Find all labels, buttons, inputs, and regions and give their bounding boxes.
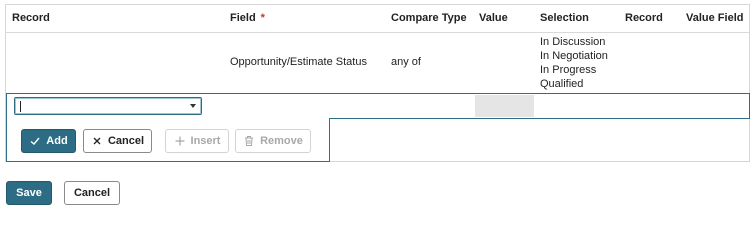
column-header-selection[interactable]: Selection: [540, 12, 589, 24]
cell-field: Opportunity/Estimate Status: [230, 56, 367, 68]
column-header-field-label: Field: [230, 12, 256, 24]
edit-row-border-right: [749, 93, 750, 119]
text-caret: [20, 101, 21, 112]
selection-item: In Negotiation: [540, 50, 608, 62]
trash-icon: [245, 136, 254, 146]
check-icon: [30, 137, 40, 145]
cancel-button[interactable]: Cancel: [64, 181, 120, 205]
column-header-value[interactable]: Value: [479, 12, 508, 24]
add-button-label: Add: [46, 135, 68, 147]
add-button[interactable]: Add: [21, 129, 76, 153]
value-cell-disabled: [475, 95, 534, 117]
insert-button-label: Insert: [190, 135, 221, 147]
column-header-field[interactable]: Field *: [230, 12, 265, 24]
row-cancel-button[interactable]: Cancel: [83, 129, 152, 153]
row-cancel-button-label: Cancel: [107, 135, 145, 147]
save-button[interactable]: Save: [6, 181, 52, 205]
insert-button[interactable]: Insert: [165, 129, 229, 153]
remove-button[interactable]: Remove: [235, 129, 311, 153]
required-marker: *: [260, 12, 265, 24]
column-header-compare-type[interactable]: Compare Type: [391, 12, 467, 24]
chevron-down-icon[interactable]: [190, 104, 196, 108]
column-header-value-field[interactable]: Value Field: [686, 12, 743, 24]
remove-button-label: Remove: [260, 135, 303, 147]
record-select[interactable]: [14, 97, 202, 115]
cell-compare-type: any of: [391, 56, 421, 68]
selection-item: Qualified: [540, 78, 584, 90]
column-header-record[interactable]: Record: [12, 12, 50, 24]
column-header-record-2[interactable]: Record: [625, 12, 663, 24]
cell-selection: In Discussion In Negotiation In Progress…: [540, 35, 608, 91]
selection-item: In Progress: [540, 64, 597, 76]
edit-row-border-left: [6, 93, 7, 119]
table-row[interactable]: Opportunity/Estimate Status any of In Di…: [6, 32, 749, 94]
plus-icon: [175, 136, 185, 146]
x-icon: [93, 137, 101, 145]
edit-row: [6, 93, 750, 119]
grid-header: Record Field * Compare Type Value Selecti…: [6, 5, 749, 33]
selection-item: In Discussion: [540, 36, 606, 48]
